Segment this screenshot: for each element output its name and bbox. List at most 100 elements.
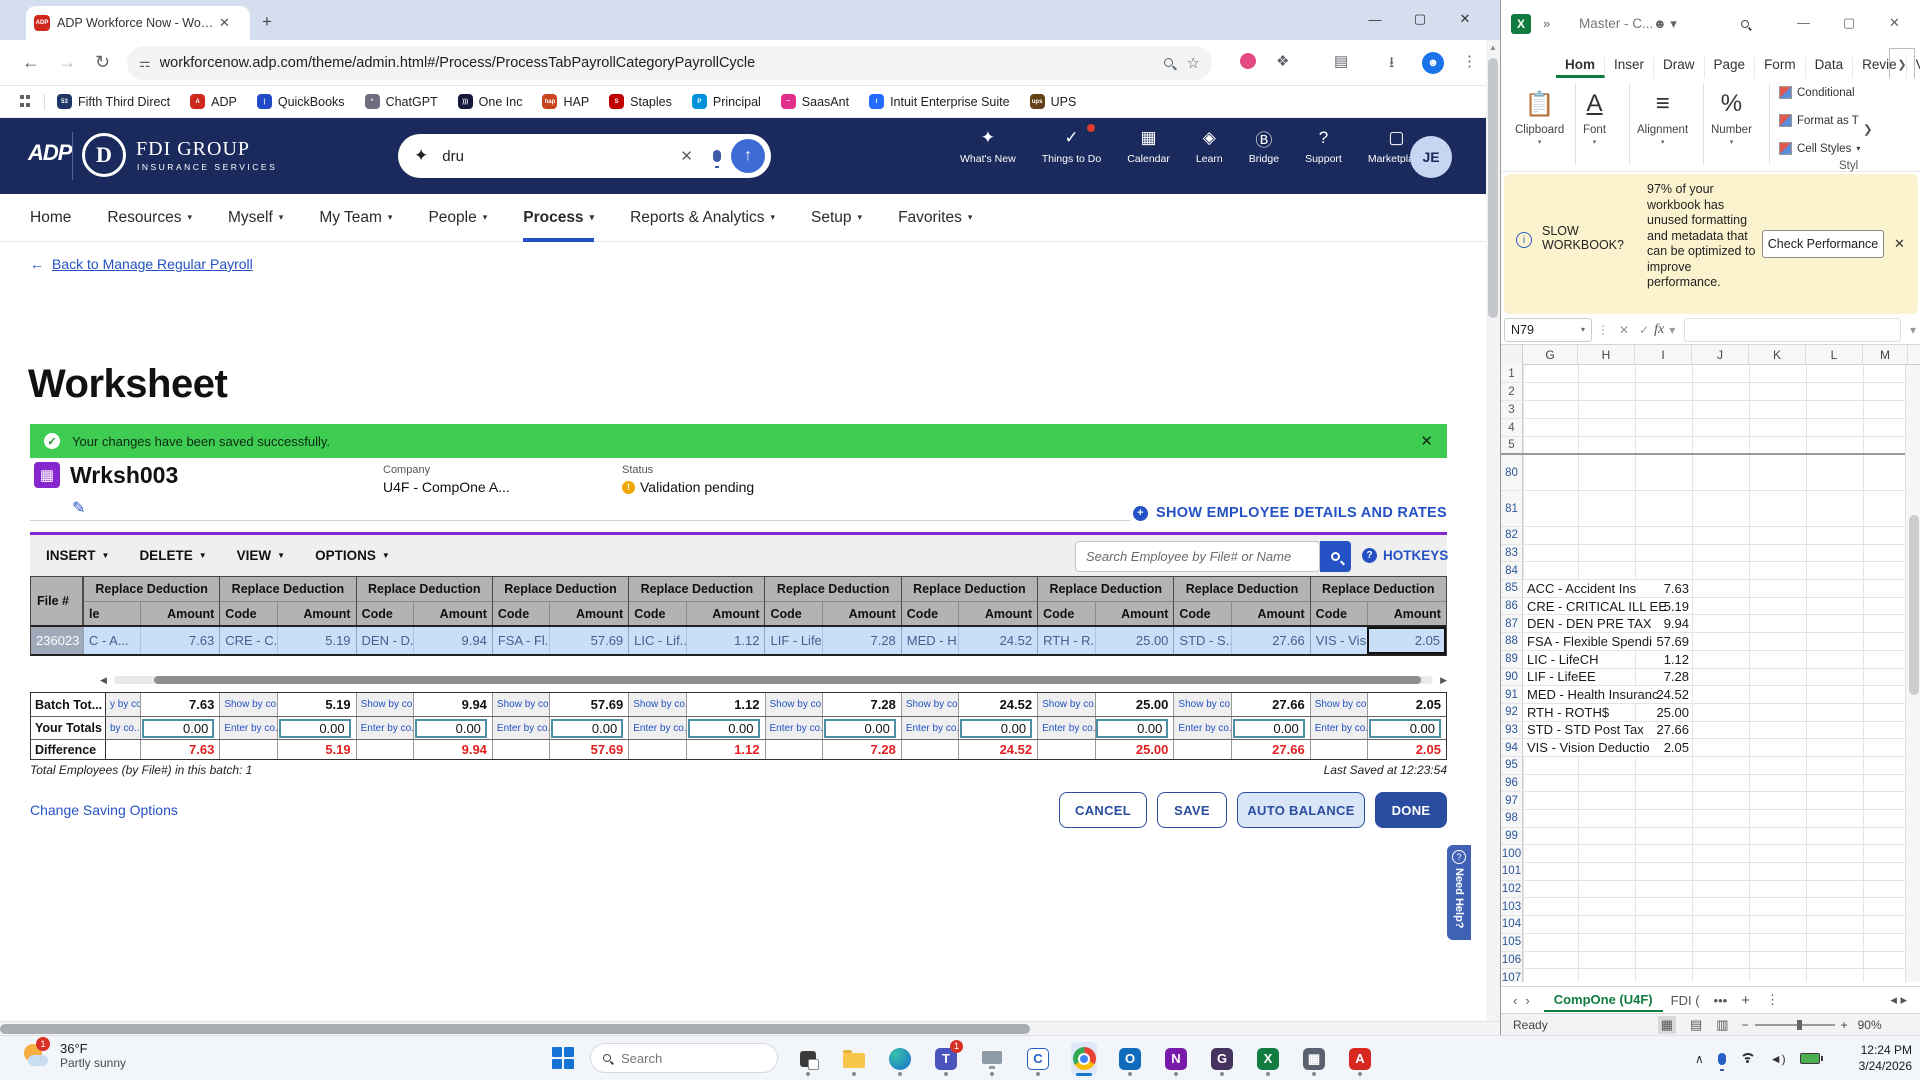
enter-by-code-link[interactable]: Enter by co... (356, 717, 413, 739)
taskbar-app-acrobat[interactable]: A (1347, 1042, 1373, 1076)
browser-tab[interactable]: ADP ADP Workforce Now - Workshe ✕ (26, 6, 250, 40)
bookmark-star-icon[interactable]: ☆ (1187, 54, 1200, 72)
wifi-icon[interactable] (1740, 1053, 1756, 1064)
total-amount-cell[interactable]: 0.00 (413, 717, 492, 739)
address-bar[interactable]: ⚎ workforcenow.adp.com/theme/admin.html#… (127, 46, 1212, 80)
bookmark-chatgpt[interactable]: *ChatGPT (365, 94, 438, 109)
header-item-support[interactable]: ?Support (1305, 126, 1342, 165)
show-by-code-link[interactable]: Show by co... (1037, 693, 1094, 716)
grid-row-87[interactable]: 87DEN - DEN PRE TAX9.94 (1501, 615, 1905, 633)
cell-label[interactable]: DEN - DEN PRE TAX (1523, 615, 1651, 632)
show-employee-details-link[interactable]: + SHOW EMPLOYEE DETAILS AND RATES (0, 505, 1447, 521)
tab-close-icon[interactable]: ✕ (219, 15, 230, 31)
your-total-input[interactable]: 0.00 (1369, 719, 1441, 738)
bookmark-staples[interactable]: SStaples (609, 94, 672, 109)
your-total-input[interactable]: 0.00 (960, 719, 1032, 738)
bookmark-hap[interactable]: hapHAP (542, 94, 589, 109)
check-performance-button[interactable]: Check Performance (1762, 230, 1884, 258)
deduction-amount-cell[interactable]: 7.28 (822, 627, 901, 654)
header-item-bridge[interactable]: ⒷBridge (1249, 126, 1279, 165)
browser-vertical-scrollbar[interactable]: ▲ (1486, 40, 1500, 1022)
cell-value[interactable]: 5.19 (1664, 598, 1689, 615)
row-header-104[interactable]: 104 (1501, 916, 1523, 933)
zoom-in-icon[interactable]: + (1841, 1018, 1848, 1032)
sheet-next-icon[interactable]: › (1525, 993, 1529, 1008)
add-sheet-icon[interactable]: + (1741, 992, 1750, 1009)
browser-horizontal-scrollbar[interactable] (0, 1021, 1500, 1035)
grid-row-100[interactable]: 100 (1501, 845, 1905, 863)
nav-item-favorites[interactable]: Favorites▾ (898, 194, 972, 242)
nav-item-resources[interactable]: Resources▾ (107, 194, 192, 242)
cancel-button[interactable]: CANCEL (1059, 792, 1147, 828)
zoom-slider[interactable] (1755, 1024, 1835, 1026)
scrollbar-thumb[interactable] (1488, 58, 1498, 318)
microphone-icon[interactable] (713, 150, 721, 162)
scroll-right-icon[interactable]: ▶ (1433, 675, 1447, 686)
window-close-button[interactable]: ✕ (1443, 0, 1487, 38)
deduction-code-cell[interactable]: FSA - Fl... (492, 627, 549, 654)
row-header-83[interactable]: 83 (1501, 545, 1523, 562)
nav-item-setup[interactable]: Setup▾ (811, 194, 862, 242)
grid-row-105[interactable]: 105 (1501, 934, 1905, 952)
done-button[interactable]: DONE (1375, 792, 1447, 828)
excel-maximize-button[interactable]: ▢ (1843, 15, 1855, 31)
row-header-99[interactable]: 99 (1501, 828, 1523, 845)
account-icon[interactable]: ☻ ▾ (1653, 16, 1677, 32)
cell-label[interactable]: ACC - Accident Ins (1523, 580, 1636, 597)
row-header-94[interactable]: 94 (1501, 739, 1523, 756)
column-header-m[interactable]: M (1863, 345, 1908, 365)
deduction-amount-cell[interactable]: 24.52 (958, 627, 1037, 654)
ribbon-tab-inser[interactable]: Inser (1605, 57, 1654, 78)
grid-row-80[interactable]: 80 (1501, 455, 1905, 491)
cell-value[interactable]: 9.94 (1664, 615, 1689, 632)
bookmark-fifth-third-direct[interactable]: 53Fifth Third Direct (57, 94, 170, 109)
total-amount-cell[interactable]: 0.00 (822, 717, 901, 739)
global-search-input[interactable] (440, 147, 670, 166)
enter-by-code-link[interactable]: Enter by co... (1173, 717, 1230, 739)
show-by-code-link[interactable]: Show by co... (219, 693, 276, 716)
zoom-page-icon[interactable] (1164, 54, 1173, 72)
row-header-80[interactable]: 80 (1501, 455, 1523, 490)
grid-row-94[interactable]: 94VIS - Vision Deductio2.05 (1501, 739, 1905, 757)
row-header-4[interactable]: 4 (1501, 419, 1523, 436)
enter-by-code-link[interactable]: Enter by co... (765, 717, 822, 739)
cell-label[interactable]: CRE - CRITICAL ILL EE (1523, 598, 1667, 615)
apps-grid-icon[interactable] (20, 95, 34, 109)
bookmark-adp[interactable]: AADP (190, 94, 237, 109)
browser-profile-avatar[interactable]: ☻ (1422, 52, 1444, 74)
total-amount-cell[interactable]: 0.00 (277, 717, 356, 739)
sheet-prev-icon[interactable]: ‹ (1513, 993, 1517, 1008)
row-header-106[interactable]: 106 (1501, 952, 1523, 969)
deduction-code-cell[interactable]: DEN - D... (356, 627, 413, 654)
battery-icon[interactable] (1800, 1053, 1820, 1064)
auto-balance-button[interactable]: AUTO BALANCE (1237, 792, 1365, 828)
nav-item-reports-analytics[interactable]: Reports & Analytics▾ (630, 194, 775, 242)
bookmark-saasant[interactable]: ~SaasAnt (781, 94, 849, 109)
ribbon-tab-form[interactable]: Form (1755, 57, 1806, 78)
ribbon-group-alignment[interactable]: ≡ Alignment▾ (1637, 84, 1688, 146)
taskbar-search[interactable] (590, 1043, 778, 1073)
row-header-88[interactable]: 88 (1501, 633, 1523, 650)
ribbon-overflow-icon[interactable]: ❯ (1863, 122, 1873, 136)
insert-function-icon[interactable]: fx (1654, 322, 1664, 338)
taskbar-app-teams[interactable]: T1 (933, 1042, 959, 1076)
employee-row[interactable]: 236023C - A...7.63CRE - C...5.19DEN - D.… (31, 625, 1446, 654)
grid-row-101[interactable]: 101 (1501, 863, 1905, 881)
grid-row-104[interactable]: 104 (1501, 916, 1905, 934)
weather-widget[interactable]: 1 36°F Partly sunny (22, 1040, 126, 1070)
row-header-86[interactable]: 86 (1501, 598, 1523, 615)
window-minimize-button[interactable]: — (1353, 0, 1397, 38)
your-total-input[interactable]: 0.00 (1096, 719, 1168, 738)
grid-row-84[interactable]: 84 (1501, 562, 1905, 580)
enter-by-code-link[interactable]: Enter by co... (901, 717, 958, 739)
formula-enter-icon[interactable]: ✓ (1639, 323, 1649, 337)
cell-label[interactable]: LIF - LifeEE (1523, 669, 1596, 686)
column-header-j[interactable]: J (1692, 345, 1749, 365)
ribbon-tab-draw[interactable]: Draw (1654, 57, 1705, 78)
grid-row-82[interactable]: 82 (1501, 527, 1905, 545)
scroll-up-icon[interactable]: ▲ (1486, 43, 1500, 52)
your-total-input[interactable]: 0.00 (824, 719, 896, 738)
grid-row-96[interactable]: 96 (1501, 775, 1905, 793)
row-header-93[interactable]: 93 (1501, 722, 1523, 739)
your-total-input[interactable]: 0.00 (1233, 719, 1305, 738)
